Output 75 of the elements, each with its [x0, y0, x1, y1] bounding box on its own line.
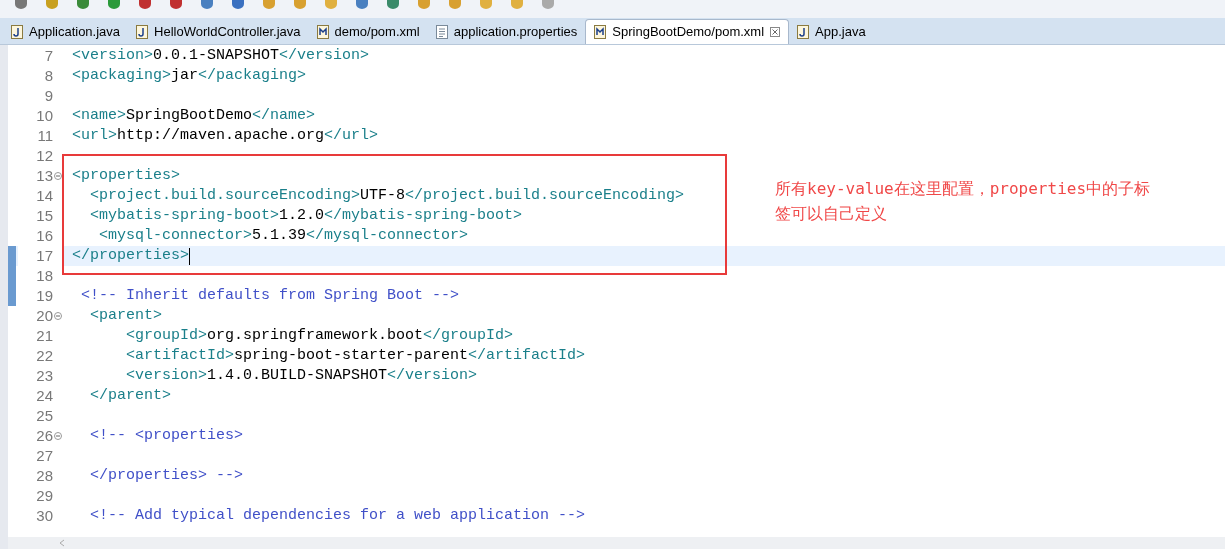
line-number: 14 — [36, 185, 53, 206]
java-file-icon — [136, 24, 149, 39]
code-line: <version>0.0.1-SNAPSHOT</version> — [72, 45, 370, 66]
text-file-icon — [435, 24, 448, 39]
toolbar-icon[interactable] — [76, 0, 90, 9]
line-number: 13 — [36, 165, 53, 186]
line-number: 19 — [36, 285, 53, 306]
line-number: 15 — [36, 205, 53, 226]
fold-icon[interactable] — [54, 312, 62, 320]
line-number: 30 — [36, 505, 53, 526]
toolbar-icon[interactable] — [355, 0, 369, 9]
editor-tab[interactable]: demo/pom.xml — [308, 19, 428, 44]
code-line: <mybatis-spring-boot>1.2.0</mybatis-spring-boot> — [89, 205, 523, 226]
code-line: <packaging>jar</packaging> — [72, 65, 307, 86]
line-number: 12 — [36, 145, 53, 166]
line-number: 26 — [36, 425, 53, 446]
fold-icon[interactable] — [54, 432, 62, 440]
code-line: <version>1.4.0.BUILD-SNAPSHOT</version> — [125, 365, 478, 386]
line-number: 25 — [36, 405, 53, 426]
line-number: 9 — [44, 85, 53, 106]
toolbar-icon[interactable] — [231, 0, 245, 9]
line-number: 7 — [44, 45, 53, 66]
toolbar-icon[interactable] — [169, 0, 183, 9]
text-cursor — [189, 247, 191, 265]
code-line: <project.build.sourceEncoding>UTF-8</project.build.sourceEncoding> — [89, 185, 685, 206]
code-line: <parent> — [89, 305, 162, 326]
code-line: <groupId>org.springframework.boot</groupId> — [125, 325, 514, 346]
code-line: <!-- <properties> — [89, 425, 244, 446]
scroll-left-icon[interactable] — [58, 539, 66, 547]
maven-file-icon — [594, 25, 607, 39]
toolbar-icon[interactable] — [138, 0, 152, 9]
fold-icon[interactable] — [54, 172, 62, 180]
toolbar-icon[interactable] — [14, 0, 28, 9]
toolbar-icon[interactable] — [45, 0, 59, 9]
line-number: 29 — [36, 485, 53, 506]
line-number: 8 — [44, 65, 53, 86]
code-line: <properties> — [72, 165, 181, 186]
java-file-icon — [797, 24, 810, 39]
editor-tab[interactable]: application.properties — [427, 19, 586, 44]
line-number: 22 — [36, 345, 53, 366]
java-file-icon — [11, 24, 23, 39]
line-number: 27 — [36, 445, 53, 466]
editor-tab[interactable]: HelloWorldController.java — [128, 19, 309, 44]
toolbar-icon[interactable] — [107, 0, 121, 9]
line-number: 18 — [36, 265, 53, 286]
code-line: </properties> --> — [89, 465, 244, 486]
editor-tab[interactable]: App.java — [789, 19, 874, 44]
line-number: 20 — [36, 305, 53, 326]
line-number: 28 — [36, 465, 53, 486]
toolbar-icon[interactable] — [417, 0, 431, 9]
toolbar-icon[interactable] — [200, 0, 214, 9]
editor-tab[interactable]: Application.java — [3, 19, 129, 44]
code-line: <artifactId>spring-boot-starter-parent</artifactId> — [125, 345, 586, 366]
code-line: <!-- Add typical dependencies for a web application --> — [89, 505, 586, 526]
toolbar-icon[interactable] — [386, 0, 400, 9]
line-number: 24 — [36, 385, 53, 406]
code-line: <!-- Inherit defaults from Spring Boot --> — [80, 285, 460, 306]
code-line: </parent> — [89, 385, 172, 406]
line-number: 23 — [36, 365, 53, 386]
maven-file-icon — [316, 24, 329, 39]
toolbar-icon[interactable] — [262, 0, 276, 9]
code-line: </properties> — [72, 245, 190, 266]
toolbar-icon[interactable] — [293, 0, 307, 9]
line-number: 16 — [36, 225, 53, 246]
editor-tab[interactable]: SpringBootDemo/pom.xml — [585, 19, 790, 44]
code-line: <name>SpringBootDemo</name> — [72, 105, 316, 126]
annotation-text: 所有key-value在这里配置，properties中的子标签可以自己定义 — [775, 178, 1152, 225]
line-number: 11 — [37, 125, 53, 146]
close-icon[interactable] — [770, 27, 781, 37]
line-number: 10 — [36, 105, 53, 126]
line-number: 21 — [36, 325, 53, 346]
code-line: <url>http://maven.apache.org</url> — [72, 125, 379, 146]
code-line: <mysql-connector>5.1.39</mysql-connector> — [98, 225, 469, 246]
line-number: 17 — [36, 245, 53, 266]
toolbar-icon[interactable] — [448, 0, 462, 9]
